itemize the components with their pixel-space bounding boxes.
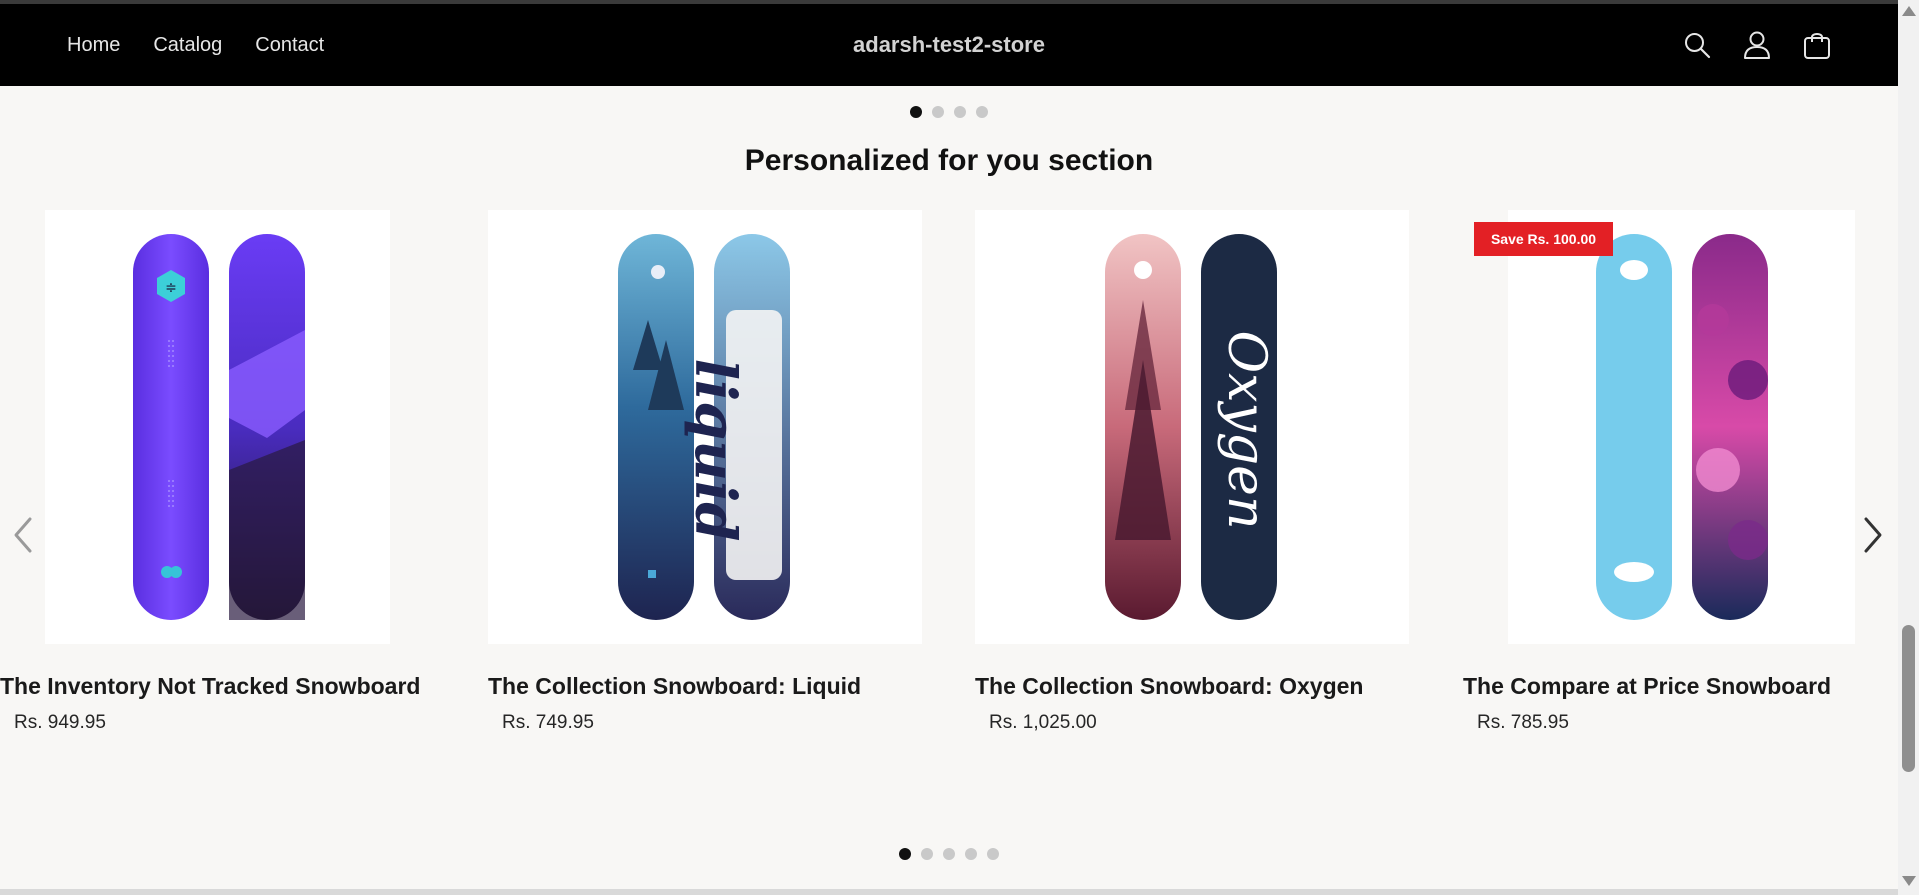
chevron-left-icon bbox=[14, 517, 32, 553]
nav-catalog[interactable]: Catalog bbox=[153, 34, 222, 57]
window-bottom-border bbox=[0, 889, 1898, 895]
cart-icon[interactable] bbox=[1802, 30, 1832, 60]
section-title: Personalized for you section bbox=[744, 144, 1154, 177]
main-nav: Home Catalog Contact bbox=[67, 4, 357, 86]
site-header: Home Catalog Contact adarsh-test2-store bbox=[0, 4, 1898, 86]
nav-home[interactable]: Home bbox=[67, 34, 120, 57]
slideshow-pager bbox=[910, 106, 988, 118]
scroll-up-arrow-icon[interactable] bbox=[1902, 6, 1916, 16]
product-image[interactable]: liquid bbox=[488, 210, 922, 644]
carousel-dot-4[interactable] bbox=[965, 848, 977, 860]
product-title[interactable]: The Collection Snowboard: Liquid bbox=[488, 673, 861, 700]
nav-contact[interactable]: Contact bbox=[255, 34, 324, 57]
carousel-dot-2[interactable] bbox=[921, 848, 933, 860]
product-image[interactable] bbox=[1508, 210, 1855, 644]
header-icons bbox=[1682, 4, 1832, 86]
carousel-next-button[interactable] bbox=[1852, 495, 1896, 575]
product-title[interactable]: The Compare at Price Snowboard bbox=[1463, 673, 1831, 700]
pager-dot-2[interactable] bbox=[932, 106, 944, 118]
carousel-dot-1[interactable] bbox=[899, 848, 911, 860]
product-price: Rs. 749.95 bbox=[502, 712, 594, 733]
product-price: Rs. 949.95 bbox=[14, 712, 106, 733]
account-icon[interactable] bbox=[1742, 30, 1772, 60]
store-name[interactable]: adarsh-test2-store bbox=[853, 32, 1045, 57]
pager-dot-1[interactable] bbox=[910, 106, 922, 118]
search-icon[interactable] bbox=[1682, 30, 1712, 60]
carousel-prev-button[interactable] bbox=[0, 495, 44, 575]
scroll-down-arrow-icon[interactable] bbox=[1902, 876, 1916, 886]
product-image[interactable]: Oxygen bbox=[975, 210, 1409, 644]
product-image[interactable]: ≑ bbox=[45, 210, 390, 644]
svg-text:liquid: liquid bbox=[682, 359, 748, 542]
product-price: Rs. 785.95 bbox=[1477, 712, 1569, 733]
carousel-dot-3[interactable] bbox=[943, 848, 955, 860]
product-title[interactable]: The Collection Snowboard: Oxygen bbox=[975, 673, 1363, 700]
svg-text:Oxygen: Oxygen bbox=[1216, 331, 1276, 530]
chevron-right-icon bbox=[1864, 517, 1882, 553]
sale-badge: Save Rs. 100.00 bbox=[1474, 222, 1613, 256]
product-price: Rs. 1,025.00 bbox=[989, 712, 1097, 733]
scrollbar-thumb[interactable] bbox=[1902, 625, 1915, 772]
pager-dot-4[interactable] bbox=[976, 106, 988, 118]
product-title[interactable]: The Inventory Not Tracked Snowboard bbox=[0, 673, 420, 700]
carousel-dot-5[interactable] bbox=[987, 848, 999, 860]
pager-dot-3[interactable] bbox=[954, 106, 966, 118]
svg-text:≑: ≑ bbox=[165, 280, 177, 296]
carousel-pager bbox=[899, 848, 999, 860]
